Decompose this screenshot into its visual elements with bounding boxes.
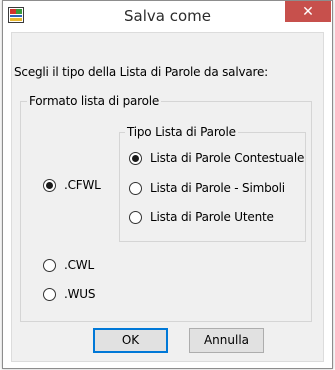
radio-button[interactable]	[43, 258, 56, 272]
format-group-legend: Formato lista di parole	[27, 94, 162, 108]
radio-format-cfwl[interactable]: .CFWL	[43, 178, 101, 192]
type-group-legend: Tipo Lista di Parole	[125, 125, 238, 139]
radio-label: Lista di Parole Contestuale	[150, 151, 305, 165]
radio-label: .CWL	[64, 258, 94, 272]
dialog-prompt: Scegli il tipo della Lista di Parole da …	[14, 65, 269, 79]
radio-button[interactable]	[43, 178, 56, 192]
radio-format-cwl[interactable]: .CWL	[43, 258, 94, 272]
radio-type-utente[interactable]: Lista di Parole Utente	[129, 210, 274, 224]
radio-type-simboli[interactable]: Lista di Parole - Simboli	[129, 181, 285, 195]
radio-label: .WUS	[64, 287, 96, 301]
radio-label: Lista di Parole Utente	[150, 210, 274, 224]
ok-button[interactable]: OK	[93, 328, 168, 353]
radio-button[interactable]	[129, 181, 142, 195]
title-bar[interactable]: Salva come ✕	[3, 1, 332, 32]
close-button[interactable]: ✕	[285, 1, 331, 22]
window-title: Salva come	[124, 7, 211, 25]
radio-format-wus[interactable]: .WUS	[43, 287, 95, 301]
radio-label: .CFWL	[64, 178, 101, 192]
radio-type-contestuale[interactable]: Lista di Parole Contestuale	[129, 151, 304, 165]
close-icon[interactable]: ✕	[302, 3, 314, 19]
cancel-button[interactable]: Annulla	[189, 328, 264, 353]
radio-button[interactable]	[129, 210, 142, 224]
radio-label: Lista di Parole - Simboli	[150, 181, 285, 195]
radio-button[interactable]	[43, 287, 56, 301]
radio-button[interactable]	[129, 151, 142, 165]
